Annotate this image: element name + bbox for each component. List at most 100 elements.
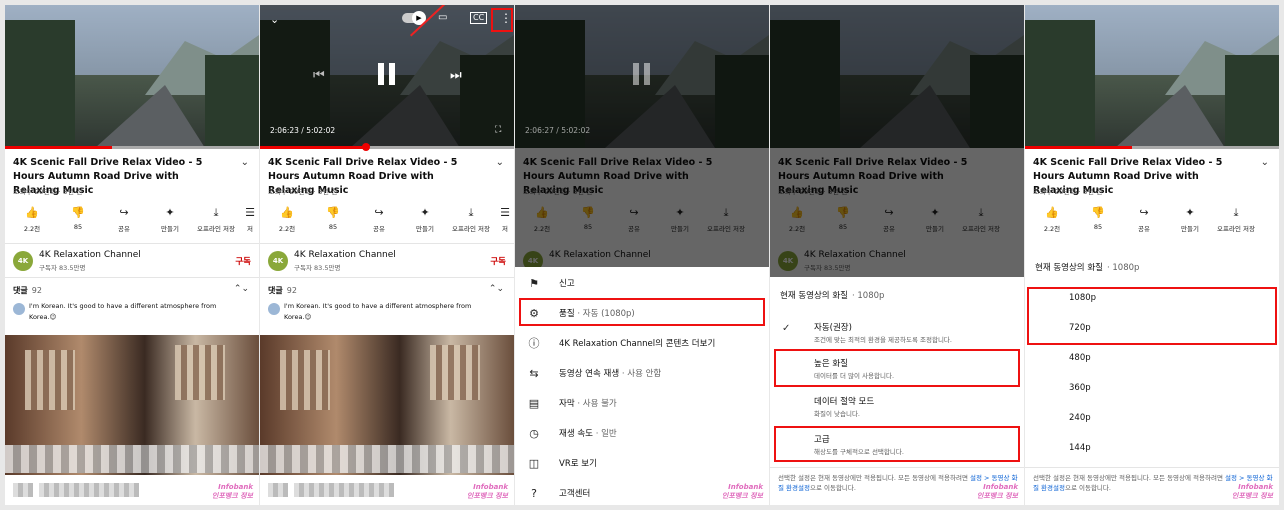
share-icon: ↪ (119, 206, 129, 219)
highlight-more-options (491, 8, 513, 32)
panel-player-controls: ⌄ ▶ ▭ CC ⋮ ⏮ ⏭ 2:06:23 / 5:02:02 ⛶ 4K Sc… (260, 5, 514, 505)
channel-row[interactable]: 4K 4K Relaxation Channel 구독자 83.5만명 구독 (260, 245, 514, 277)
video-progress[interactable] (260, 146, 367, 149)
like-button[interactable]: 👍 2.2천 (1029, 205, 1075, 233)
cast-icon[interactable]: ▭ (438, 12, 447, 23)
share-icon: ↪ (1139, 206, 1149, 219)
next-video-thumbnail[interactable] (260, 335, 514, 475)
channel-row[interactable]: 4K 4K Relaxation Channel 구독자 83.5만명 구독 (5, 245, 259, 277)
channel-subscribers: 구독자 83.5만명 (39, 264, 86, 272)
share-icon: ↪ (374, 206, 384, 219)
loop-icon: ⇆ (529, 367, 539, 380)
subscribe-button[interactable]: 구독 (235, 255, 251, 267)
like-icon: 👍 (1045, 206, 1059, 219)
comments-header: 댓글 92 (13, 286, 42, 295)
channel-subscribers: 구독자 83.5만명 (294, 264, 341, 272)
share-button[interactable]: ↪ 공유 (101, 205, 147, 233)
save-button[interactable]: ☰ 저 (496, 205, 514, 233)
remix-icon: ✦ (165, 206, 175, 219)
menu-item-autoplay[interactable]: ⇆ 동영상 연속 재생 · 사용 안함 (515, 359, 769, 389)
share-button[interactable]: ↪ 공유 (356, 205, 402, 233)
fullscreen-icon[interactable]: ⛶ (495, 125, 501, 135)
pause-button[interactable] (376, 63, 398, 89)
save-icon: ☰ (245, 206, 255, 219)
remix-icon: ✦ (420, 206, 430, 219)
resolution-480p[interactable]: 480p (1069, 353, 1091, 363)
highlight-quality-item (519, 298, 765, 326)
dislike-button[interactable]: 👎 85 (55, 205, 101, 231)
captions-icon: ▤ (528, 397, 540, 410)
channel-name[interactable]: 4K Relaxation Channel (294, 250, 396, 260)
comment-avatar (13, 303, 25, 315)
chevron-down-icon[interactable]: ⌄ (496, 157, 504, 168)
watermark: Infobank 인포뱅크 정보 (466, 483, 508, 500)
comment-avatar (268, 303, 280, 315)
quality-header: 현재 동영상의 화질 · 1080p (780, 291, 885, 301)
info-icon: ⓘ (528, 337, 540, 350)
download-button[interactable]: ⤓ 오프라인 저장 (193, 205, 239, 233)
channel-name[interactable]: 4K Relaxation Channel (39, 250, 141, 260)
panel-watch-page: 4K Scenic Fall Drive Relax Video - 5 Hou… (5, 5, 259, 505)
like-icon: 👍 (280, 206, 294, 219)
resolution-header: 현재 동영상의 화질 · 1080p (1035, 263, 1140, 273)
video-progress[interactable] (5, 146, 112, 149)
channel-avatar[interactable]: 4K (268, 251, 288, 271)
minimize-chevron-icon[interactable]: ⌄ (270, 13, 279, 26)
like-button[interactable]: 👍 2.2천 (264, 205, 310, 233)
remix-button[interactable]: ✦ 만들기 (1167, 205, 1213, 233)
remix-icon: ✦ (1185, 206, 1195, 219)
download-button[interactable]: ⤓ 오프라인 저장 (1213, 205, 1259, 233)
expand-icon[interactable]: ⌃⌄ (234, 284, 249, 294)
menu-item-report[interactable]: ⚑ 신고 (515, 269, 769, 299)
save-button[interactable]: ☰ 저 (241, 205, 259, 233)
comments-section[interactable]: 댓글 92 ⌃⌄ I'm Korean. It's good to have a … (260, 279, 514, 331)
captions-icon[interactable]: CC (470, 12, 488, 24)
vr-icon: ◫ (528, 457, 540, 470)
channel-avatar[interactable]: 4K (13, 251, 33, 271)
scrubber-handle[interactable] (362, 143, 370, 151)
next-video-thumbnail[interactable] (5, 335, 259, 475)
resolution-360p[interactable]: 360p (1069, 383, 1091, 393)
subscribe-button[interactable]: 구독 (490, 255, 506, 267)
menu-item-vr[interactable]: ◫ VR로 보기 (515, 449, 769, 479)
resolution-144p[interactable]: 144p (1069, 443, 1091, 453)
video-player[interactable] (5, 5, 259, 148)
expand-icon[interactable]: ⌃⌄ (489, 284, 504, 294)
save-icon: ☰ (500, 206, 510, 219)
flag-icon: ⚑ (529, 277, 539, 290)
highlight-high-resolutions (1027, 287, 1277, 345)
action-bar: 👍 2.2천 👎 85 ↪ 공유 ✦ 만들기 ⤓ 오프라인 저장 ☰ 저 (260, 205, 514, 241)
autoplay-toggle[interactable]: ▶ (402, 11, 426, 25)
watermark: Infobank 인포뱅크 정보 (976, 483, 1018, 500)
action-bar: 👍 2.2천 👎 85 ↪ 공유 ✦ 만들기 ⤓ 오프라인 저장 ☰ 저 (5, 205, 259, 241)
remix-button[interactable]: ✦ 만들기 (402, 205, 448, 233)
download-icon: ⤓ (1233, 206, 1239, 219)
chevron-down-icon[interactable]: ⌄ (1261, 157, 1269, 168)
dislike-icon: 👎 (326, 206, 340, 219)
download-button[interactable]: ⤓ 오프라인 저장 (448, 205, 494, 233)
menu-item-captions[interactable]: ▤ 자막 · 사용 불가 (515, 389, 769, 419)
chevron-down-icon[interactable]: ⌄ (241, 157, 249, 168)
menu-item-channel-more[interactable]: ⓘ 4K Relaxation Channel의 콘텐츠 더보기 (515, 329, 769, 359)
menu-item-playback-speed[interactable]: ◷ 재생 속도 · 일반 (515, 419, 769, 449)
download-icon: ⤓ (213, 206, 219, 219)
panel-options-menu: 4K Scenic Fall Drive Relax Video - 5 Hou… (515, 5, 769, 505)
top-comment: I'm Korean. It's good to have a differen… (29, 302, 217, 321)
remix-button[interactable]: ✦ 만들기 (147, 205, 193, 233)
next-icon[interactable]: ⏭ (450, 68, 462, 83)
dislike-icon: 👎 (1091, 206, 1105, 219)
pause-icon (631, 63, 653, 89)
dislike-button[interactable]: 👎 85 (1075, 205, 1121, 231)
dislike-icon: 👎 (71, 206, 85, 219)
timecode: 2:06:23 / 5:02:02 (270, 126, 336, 135)
dislike-button[interactable]: 👎 85 (310, 205, 356, 231)
video-meta: 조회수 20만회 · 3년 전 (13, 188, 83, 196)
highlight-high-quality (774, 349, 1020, 387)
previous-icon[interactable]: ⏮ (313, 68, 325, 83)
resolution-240p[interactable]: 240p (1069, 413, 1091, 423)
comments-section[interactable]: 댓글 92 ⌃⌄ I'm Korean. It's good to have a … (5, 279, 259, 331)
share-button[interactable]: ↪ 공유 (1121, 205, 1167, 233)
like-button[interactable]: 👍 2.2천 (9, 205, 55, 233)
panel-quality-sheet: 4K Scenic Fall Drive Relax Video - 5 Hou… (770, 5, 1024, 505)
highlight-advanced (774, 426, 1020, 462)
